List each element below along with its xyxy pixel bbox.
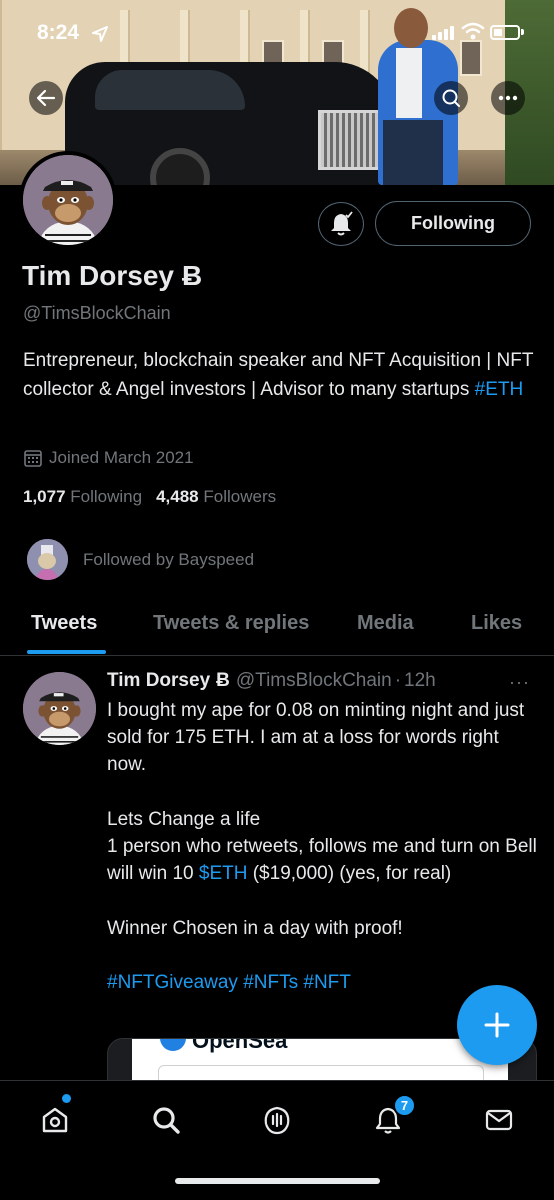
profile-tabs: Tweets Tweets & replies Media Likes xyxy=(0,600,554,656)
followed-by[interactable]: Followed by Bayspeed xyxy=(25,537,254,582)
tweet-line-1: I bought my ape for 0.08 on minting nigh… xyxy=(107,700,530,776)
bio-hashtag[interactable]: #ETH xyxy=(475,379,524,400)
notification-count-badge: 7 xyxy=(393,1094,416,1117)
tweet-bitcoin-symbol: Ƀ xyxy=(216,670,230,691)
bio-text: Entrepreneur, blockchain speaker and NFT… xyxy=(23,350,534,400)
following-label: Following xyxy=(70,487,143,506)
tweet-author-handle[interactable]: @TimsBlockChain xyxy=(236,670,392,692)
following-button[interactable]: Following xyxy=(375,201,531,246)
joined-text: Joined March 2021 xyxy=(49,448,194,467)
nav-messages[interactable] xyxy=(477,1098,521,1142)
follow-counts: 1,077 Following 4,488 Followers xyxy=(23,487,276,507)
tab-likes[interactable]: Likes xyxy=(471,612,522,635)
profile-bio: Entrepreneur, blockchain speaker and NFT… xyxy=(23,346,538,404)
tab-tweets[interactable]: Tweets xyxy=(31,612,97,635)
spaces-icon xyxy=(264,1106,290,1135)
battery-icon xyxy=(490,25,520,40)
active-tab-indicator xyxy=(27,650,106,654)
more-options-button[interactable] xyxy=(491,81,525,115)
followers-count-link[interactable]: 4,488 Followers xyxy=(156,487,276,507)
status-time: 8:24 xyxy=(37,21,80,44)
tweet-line-2: Lets Change a life xyxy=(107,808,261,830)
battery-nub xyxy=(521,29,524,35)
nav-search[interactable] xyxy=(144,1098,188,1142)
tweet-cashtag-link[interactable]: $ETH xyxy=(199,863,248,884)
follower-avatar-image xyxy=(27,539,68,580)
cellular-signal-icon xyxy=(432,26,454,40)
back-button[interactable] xyxy=(29,81,63,115)
compose-tweet-button[interactable] xyxy=(457,985,537,1065)
following-count: 1,077 xyxy=(23,487,66,506)
tweet-avatar[interactable] xyxy=(23,672,96,745)
tweet-text: I bought my ape for 0.08 on minting nigh… xyxy=(107,697,537,996)
profile-name-row: Tim Dorsey Ƀ xyxy=(22,260,202,292)
more-dots-icon xyxy=(498,95,518,101)
banner-car-grille xyxy=(318,110,384,170)
ape-avatar-image xyxy=(23,155,113,245)
followers-count: 4,488 xyxy=(156,487,199,506)
bell-check-icon xyxy=(331,211,353,236)
calendar-icon xyxy=(24,450,42,467)
wifi-icon xyxy=(461,22,485,40)
profile-avatar[interactable] xyxy=(19,151,117,249)
banner-person-pants xyxy=(383,120,443,185)
home-new-indicator xyxy=(62,1094,71,1103)
followers-label: Followers xyxy=(203,487,277,506)
opensea-logo-icon xyxy=(160,1039,186,1051)
home-indicator-bar[interactable] xyxy=(175,1178,380,1184)
tweet-hashtags[interactable]: #NFTGiveaway #NFTs #NFT xyxy=(107,972,351,993)
tweet-more-icon[interactable]: ··· xyxy=(509,672,530,693)
profile-name: Tim Dorsey xyxy=(22,260,174,291)
location-arrow-icon xyxy=(92,26,108,42)
ape-avatar-image xyxy=(23,672,96,745)
search-icon xyxy=(153,1107,180,1134)
messages-icon xyxy=(485,1109,513,1131)
nav-home[interactable] xyxy=(33,1098,77,1142)
plus-icon xyxy=(484,1012,510,1038)
notifications-bell-button[interactable] xyxy=(318,202,364,246)
status-bar: 8:24 xyxy=(0,0,554,60)
search-profile-button[interactable] xyxy=(434,81,468,115)
tweet-separator: · xyxy=(394,670,402,691)
tweet-time[interactable]: 12h xyxy=(404,670,436,692)
card-title: OpenSea xyxy=(192,1038,288,1053)
joined-date: Joined March 2021 xyxy=(23,448,194,468)
banner-car-window xyxy=(95,70,245,110)
profile-handle: @TimsBlockChain xyxy=(23,303,171,323)
tweet-line-4: Winner Chosen in a day with proof! xyxy=(107,917,403,939)
following-count-link[interactable]: 1,077 Following xyxy=(23,487,142,507)
tab-tweets-replies[interactable]: Tweets & replies xyxy=(153,612,309,635)
tweet-line-3-post: ($19,000) (yes, for real) xyxy=(247,863,452,885)
follower-avatar xyxy=(25,537,70,582)
home-icon xyxy=(42,1107,68,1133)
bitcoin-symbol: Ƀ xyxy=(182,260,203,291)
search-icon xyxy=(442,89,460,107)
tweet-header: Tim Dorsey Ƀ @TimsBlockChain · 12h xyxy=(107,670,436,692)
tab-media[interactable]: Media xyxy=(357,612,414,635)
tweet-author-name[interactable]: Tim Dorsey xyxy=(107,670,210,692)
followed-by-text: Followed by Bayspeed xyxy=(83,549,255,569)
nav-spaces[interactable] xyxy=(255,1098,299,1142)
back-arrow-icon xyxy=(36,89,56,107)
